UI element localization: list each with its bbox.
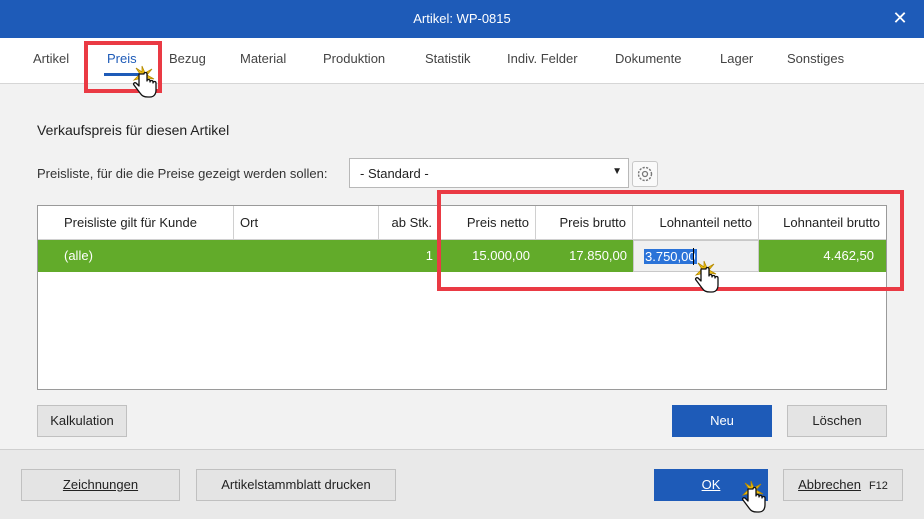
- pricelist-label: Preisliste, für die die Preise gezeigt w…: [37, 166, 328, 181]
- tab-artikel[interactable]: Artikel: [33, 51, 69, 66]
- text-caret: [693, 248, 694, 265]
- cell-preis-brutto: 17.850,00: [569, 248, 627, 263]
- lohnanteil-netto-editor[interactable]: 3.750,00: [633, 240, 759, 272]
- cell-kunde: (alle): [64, 248, 93, 263]
- window-title: Artikel: WP-0815: [413, 11, 511, 26]
- ok-button[interactable]: OK: [654, 469, 768, 501]
- column-header-preis-netto[interactable]: Preis netto: [439, 206, 536, 240]
- pricelist-selected-value: - Standard -: [360, 166, 429, 181]
- tab-preis[interactable]: Preis: [104, 51, 140, 76]
- tab-lager[interactable]: Lager: [720, 51, 753, 66]
- column-header-ab-stk[interactable]: ab Stk.: [379, 206, 439, 240]
- tab-produktion[interactable]: Produktion: [323, 51, 385, 66]
- price-panel: Verkaufspreis für diesen Artikel Preisli…: [0, 84, 924, 449]
- dropdown-arrow-icon: ▼: [612, 166, 622, 177]
- cell-ab-stk: 1: [425, 248, 433, 263]
- abbrechen-label: Abbrechen: [798, 477, 861, 492]
- gear-icon[interactable]: [632, 161, 658, 187]
- table-row[interactable]: (alle) 1 15.000,00 17.850,00 3.750,00 4.…: [38, 240, 886, 272]
- loeschen-button[interactable]: Löschen: [787, 405, 887, 437]
- tab-sonstiges[interactable]: Sonstiges: [787, 51, 844, 66]
- tab-statistik[interactable]: Statistik: [425, 51, 471, 66]
- tab-bar: Artikel Preis Bezug Material Produktion …: [0, 38, 924, 84]
- tab-bezug[interactable]: Bezug: [169, 51, 206, 66]
- abbrechen-shortcut: F12: [868, 480, 888, 492]
- column-header-preis-brutto[interactable]: Preis brutto: [536, 206, 633, 240]
- active-tab-indicator: [104, 73, 140, 76]
- section-title: Verkaufspreis für diesen Artikel: [37, 122, 230, 138]
- tab-preis-label: Preis: [107, 51, 137, 66]
- grid-header: Preisliste gilt für Kunde Ort ab Stk. Pr…: [38, 206, 886, 240]
- tab-indiv-felder[interactable]: Indiv. Felder: [507, 51, 578, 66]
- cell-ort: [234, 240, 379, 272]
- artikelstammblatt-button[interactable]: Artikelstammblatt drucken: [196, 469, 396, 501]
- abbrechen-button[interactable]: Abbrechen F12: [783, 469, 903, 501]
- close-icon[interactable]: ✕: [890, 8, 910, 28]
- cell-lohnanteil-brutto: 4.462,50: [823, 248, 874, 263]
- title-bar: Artikel: WP-0815 ✕: [0, 0, 924, 38]
- column-header-lohnanteil-netto[interactable]: Lohnanteil netto: [633, 206, 759, 240]
- zeichnungen-button[interactable]: Zeichnungen: [21, 469, 180, 501]
- lohnanteil-netto-value: 3.750,00: [644, 249, 697, 264]
- neu-button[interactable]: Neu: [672, 405, 772, 437]
- price-grid: Preisliste gilt für Kunde Ort ab Stk. Pr…: [37, 205, 887, 390]
- cell-preis-netto: 15.000,00: [472, 248, 530, 263]
- dialog-footer: Zeichnungen Artikelstammblatt drucken OK…: [0, 449, 924, 519]
- tab-material[interactable]: Material: [240, 51, 286, 66]
- column-header-ort[interactable]: Ort: [234, 206, 379, 240]
- kalkulation-button[interactable]: Kalkulation: [37, 405, 127, 437]
- column-header-lohnanteil-brutto[interactable]: Lohnanteil brutto: [759, 206, 886, 240]
- column-header-kunde[interactable]: Preisliste gilt für Kunde: [38, 206, 234, 240]
- tab-dokumente[interactable]: Dokumente: [615, 51, 681, 66]
- pricelist-select[interactable]: - Standard - ▼: [349, 158, 629, 188]
